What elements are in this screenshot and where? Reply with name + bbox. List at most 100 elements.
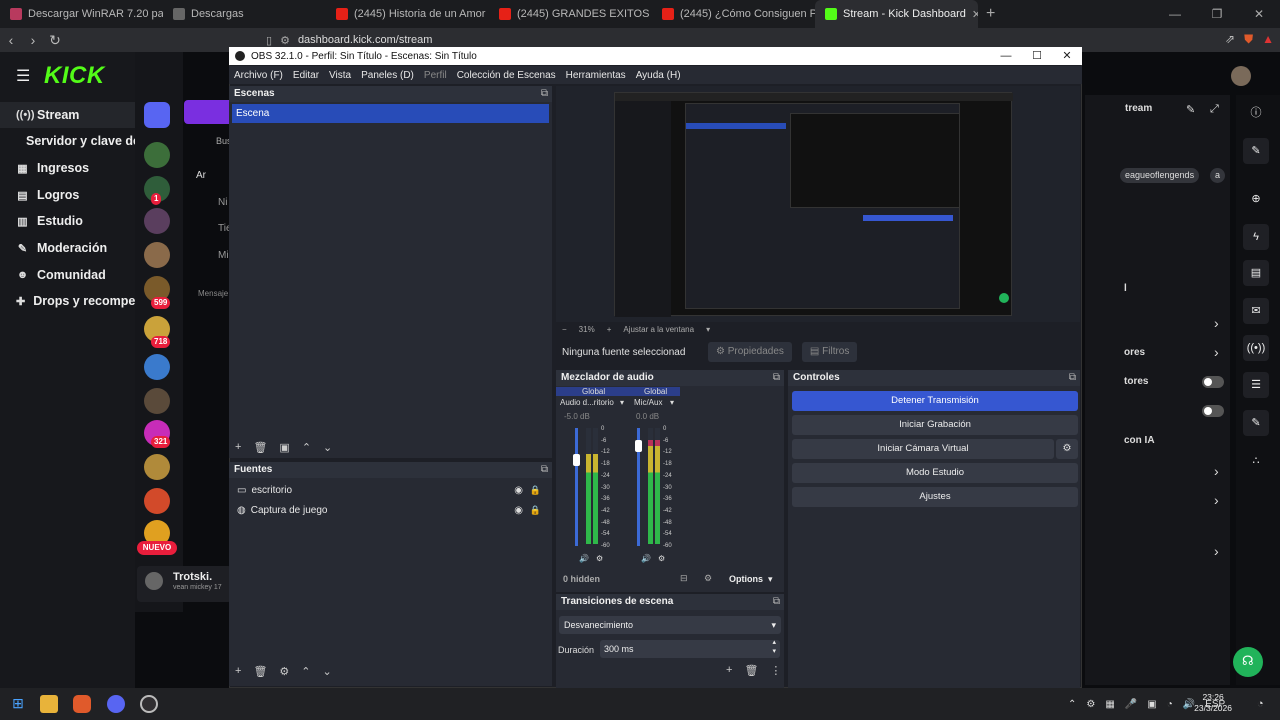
toggle-switch[interactable] (1202, 405, 1224, 417)
tray-icon[interactable]: ▣ (1147, 699, 1156, 710)
forward-icon[interactable]: › (22, 32, 44, 48)
clock[interactable]: 23:26 23/3/2026 (1194, 692, 1232, 714)
lock-icon[interactable]: 🔒 (530, 505, 541, 516)
arrow-up-icon[interactable]: ⌃ (301, 665, 310, 678)
stop-stream-button[interactable]: Detener Transmisión (792, 391, 1078, 411)
sidebar-item-drops[interactable]: ✚ Drops y recompen (0, 288, 135, 314)
chevron-right-icon[interactable]: › (1214, 463, 1219, 479)
trash-icon[interactable]: 🗑 (253, 441, 267, 454)
scene-item[interactable]: Escena (232, 104, 549, 123)
avatar[interactable] (144, 208, 170, 234)
source-item[interactable]: ▭ escritorio ◉ 🔒 (237, 481, 547, 499)
sidebar-item-estudio[interactable]: ▥ Estudio (0, 208, 135, 234)
undock-icon[interactable]: ⧉ (1069, 370, 1076, 386)
close-icon[interactable]: ✕ (972, 8, 978, 21)
sidebar-item-comunidad[interactable]: ☻ Comunidad (0, 262, 135, 288)
profile-card[interactable]: Trotski. vean mickey 17 (137, 566, 232, 602)
virtual-camera-button[interactable]: Iniciar Cámara Virtual (792, 439, 1054, 459)
options-button[interactable]: Options (729, 574, 763, 584)
arrow-down-icon[interactable]: ⌄ (323, 441, 332, 454)
menu-icon[interactable]: ☰ (16, 66, 30, 86)
layout-icon[interactable]: ⊟ (680, 573, 688, 584)
properties-button[interactable]: ⚙ Propiedades (708, 342, 792, 362)
menu-herramientas[interactable]: Herramientas (566, 70, 626, 81)
trash-icon[interactable]: 🗑 (744, 664, 758, 677)
add-icon[interactable]: + (235, 441, 241, 454)
chevron-down-icon[interactable]: ▾ (768, 574, 773, 585)
volume-fader[interactable] (575, 428, 578, 546)
sidebar-item-logros[interactable]: ▤ Logros (0, 182, 135, 208)
browser-tab[interactable]: Descargar WinRAR 7.20 para Window✕ (0, 0, 163, 28)
discord-app-icon[interactable] (107, 695, 125, 713)
site-info-icon[interactable]: ⚙ (280, 34, 290, 47)
eye-icon[interactable]: ◉ (514, 485, 523, 496)
sidebar-item-ingresos[interactable]: ▦ Ingresos (0, 155, 135, 181)
menu-editar[interactable]: Editar (293, 70, 319, 81)
menu-perfil[interactable]: Perfil (424, 70, 447, 81)
zoom-out-icon[interactable]: − (562, 325, 567, 334)
url-field[interactable]: ▯ ⚙ dashboard.kick.com/stream (266, 34, 432, 47)
filters-button[interactable]: ▤ Filtros (801, 342, 858, 362)
windows-start-icon[interactable]: ⊞ (9, 695, 27, 713)
maximize-icon[interactable]: ☐ (1022, 47, 1052, 65)
minimize-icon[interactable]: — (991, 47, 1021, 65)
settings-icon[interactable]: ⚙ (596, 554, 603, 563)
chevron-right-icon[interactable]: › (1214, 315, 1219, 331)
start-recording-button[interactable]: Iniciar Grabación (792, 415, 1078, 435)
sidebar-item-stream[interactable]: ((•)) Stream (0, 102, 135, 128)
speaker-icon[interactable]: 🔊 (641, 554, 651, 563)
bookmark-icon[interactable]: ▯ (266, 34, 272, 47)
toggle-switch[interactable] (1202, 376, 1224, 388)
minimize-icon[interactable]: — (1154, 0, 1196, 28)
broadcast-icon[interactable]: ((•)) (1243, 335, 1269, 361)
info-icon[interactable]: ⓘ (1243, 100, 1269, 126)
chevron-down-icon[interactable]: ▾ (706, 325, 710, 334)
menu-coleccion[interactable]: Colección de Escenas (457, 70, 556, 81)
fader-knob[interactable] (573, 453, 580, 466)
avatar[interactable] (144, 242, 170, 268)
wrench-icon[interactable]: ✎ (1243, 410, 1269, 436)
zoom-fit[interactable]: Ajustar a la ventana (623, 325, 694, 334)
gear-icon[interactable]: ⚙ (1056, 439, 1078, 459)
menu-vista[interactable]: Vista (329, 70, 351, 81)
support-button[interactable]: ☊ (1233, 647, 1263, 677)
channel-name[interactable]: Mic/Aux (634, 398, 662, 407)
eye-icon[interactable]: ◉ (514, 505, 523, 516)
bolt-icon[interactable]: ϟ (1243, 224, 1269, 250)
speaker-icon[interactable]: 🔊 (579, 554, 589, 563)
menu-archivo[interactable]: Archivo (F) (234, 70, 283, 81)
undock-icon[interactable]: ⧉ (773, 370, 780, 386)
lock-icon[interactable]: 🔒 (530, 485, 541, 496)
popout-icon[interactable]: ⤢ (1210, 103, 1219, 116)
source-item[interactable]: ◍ Captura de juego ◉ 🔒 (237, 501, 547, 519)
menu-ayuda[interactable]: Ayuda (H) (636, 70, 681, 81)
queue-icon[interactable]: ☰ (1243, 372, 1269, 398)
target-icon[interactable]: ⊕ (1243, 186, 1269, 212)
tag-chip[interactable]: eagueoflengends (1120, 168, 1200, 183)
browser-tab[interactable]: (2445) ¿Cómo Consiguen Porro los A (652, 0, 815, 28)
chevron-right-icon[interactable]: › (1214, 543, 1219, 559)
sidebar-item-moderacion[interactable]: ✎ Moderación (0, 235, 135, 261)
spinner-icon[interactable]: ▴ ▾ (772, 638, 776, 656)
tray-icon[interactable]: ⚙ (1086, 699, 1095, 710)
brave-browser-icon[interactable] (73, 695, 91, 713)
undock-icon[interactable]: ⧉ (773, 594, 780, 610)
notifications-icon[interactable]: ◔ (1257, 698, 1264, 710)
add-icon[interactable]: + (726, 664, 732, 677)
transition-select[interactable]: Desvanecimiento ▾ (559, 616, 781, 634)
edit-icon[interactable]: ✎ (1186, 103, 1195, 116)
avatar[interactable] (144, 388, 170, 414)
close-icon[interactable]: ✕ (1052, 47, 1082, 65)
avatar[interactable] (144, 142, 170, 168)
pencil-icon[interactable]: ✎ (1243, 138, 1269, 164)
avatar[interactable] (144, 488, 170, 514)
add-icon[interactable]: + (235, 665, 241, 678)
fader-knob[interactable] (635, 439, 642, 452)
settings-button[interactable]: Ajustes (792, 487, 1078, 507)
zoom-in-icon[interactable]: + (607, 325, 612, 334)
kick-logo[interactable]: KICK (44, 62, 105, 90)
wifi-icon[interactable]: ◔ (1167, 699, 1173, 710)
browser-tab[interactable]: Descargas (163, 0, 326, 28)
discord-icon[interactable] (144, 102, 170, 128)
duration-field[interactable]: 300 ms ▴ ▾ (600, 638, 780, 658)
